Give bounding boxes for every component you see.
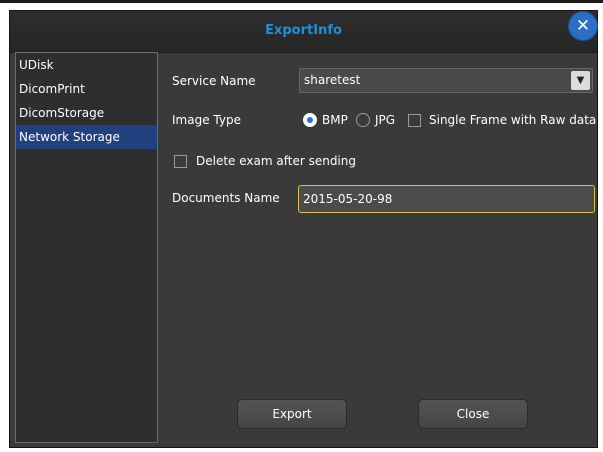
title-bar: ExportInfo	[10, 11, 597, 53]
radio-jpg[interactable]	[356, 113, 370, 127]
single-frame-checkbox[interactable]	[408, 114, 421, 127]
radio-bmp-label: BMP	[322, 113, 348, 127]
close-button[interactable]: Close	[418, 399, 528, 429]
service-name-select[interactable]: sharetest ▼	[299, 68, 593, 93]
radio-jpg-label: JPG	[375, 113, 396, 127]
service-name-value: sharetest	[304, 73, 361, 87]
delete-exam-label: Delete exam after sending	[196, 154, 356, 168]
service-name-label: Service Name	[172, 74, 256, 88]
sidebar-item-udisk[interactable]: UDisk	[16, 53, 157, 77]
sidebar-item-network-storage[interactable]: Network Storage	[16, 125, 157, 149]
image-type-label: Image Type	[172, 113, 241, 127]
sidebar-item-dicomstorage[interactable]: DicomStorage	[16, 101, 157, 125]
sidebar: UDisk DicomPrint DicomStorage Network St…	[15, 52, 158, 443]
documents-name-input[interactable]: 2015-05-20-98	[298, 185, 595, 213]
dropdown-arrow-icon[interactable]: ▼	[571, 71, 590, 90]
close-icon[interactable]: ✕	[568, 11, 598, 41]
top-border	[0, 0, 603, 3]
sidebar-item-dicomprint[interactable]: DicomPrint	[16, 77, 157, 101]
documents-name-label: Documents Name	[172, 191, 280, 205]
single-frame-label: Single Frame with Raw data	[429, 113, 597, 127]
radio-bmp[interactable]	[303, 113, 317, 127]
dialog-title: ExportInfo	[265, 23, 342, 38]
export-button[interactable]: Export	[237, 399, 347, 429]
documents-name-value: 2015-05-20-98	[303, 192, 393, 206]
delete-exam-checkbox[interactable]	[174, 155, 187, 168]
